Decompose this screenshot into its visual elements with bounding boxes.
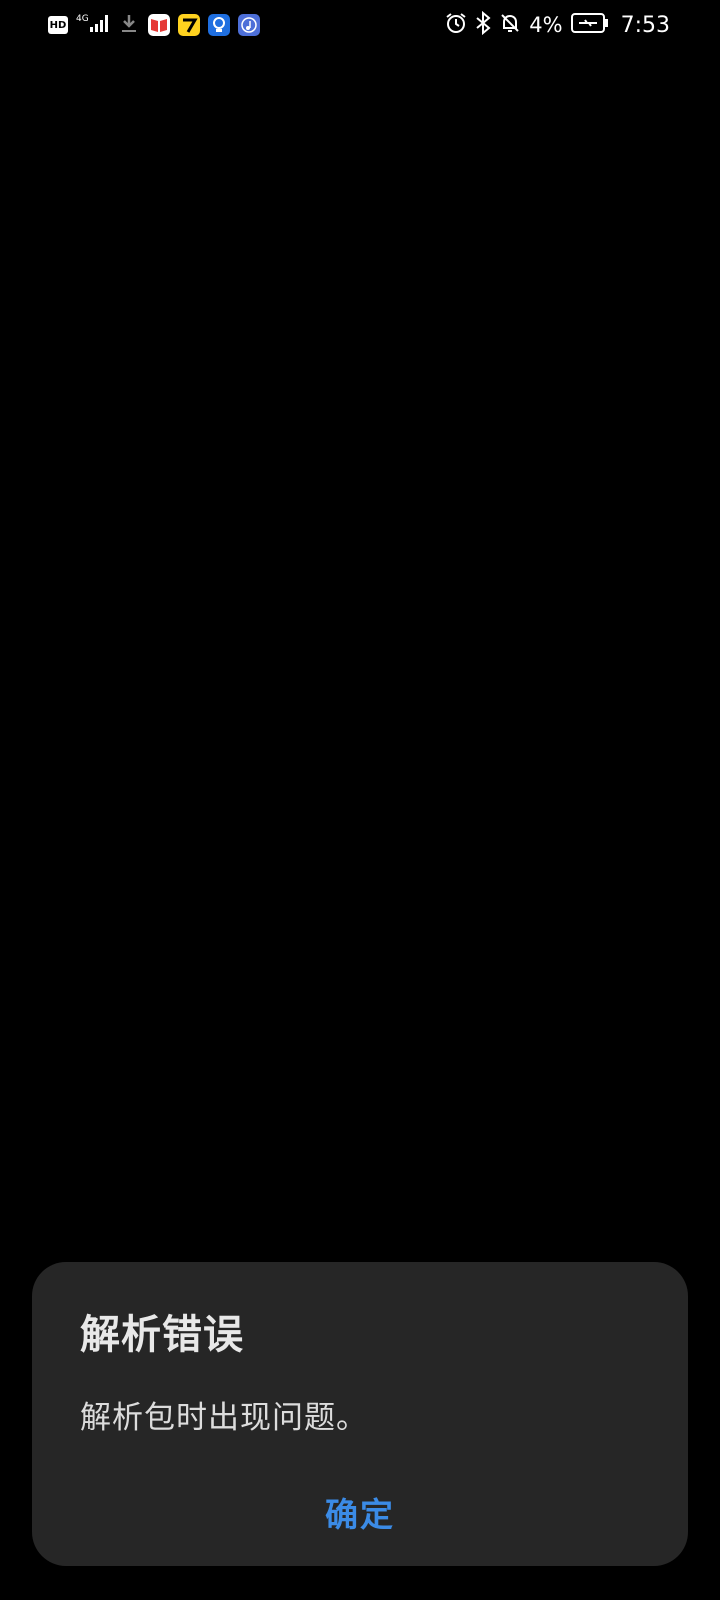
book-app-icon [148,14,170,36]
parse-error-dialog: 解析错误 解析包时出现问题。 确定 [32,1262,688,1566]
lightbulb-app-icon [208,14,230,36]
dialog-title: 解析错误 [80,1312,244,1358]
clock: 7:53 [620,12,670,38]
network-type-label: 4G [76,14,89,24]
hd-badge: HD [48,16,68,34]
battery-charging-icon [570,13,609,37]
alarm-icon [445,12,467,38]
mute-notification-icon [499,12,521,38]
status-bar: HD 4G 4% 7:53 [0,0,720,50]
confirm-button[interactable]: 确定 [32,1482,688,1542]
music-app-icon [238,14,260,36]
download-icon [118,12,140,38]
status-bar-left: HD 4G [48,12,260,38]
seven-app-icon [178,14,200,36]
bluetooth-icon [475,10,491,39]
screen: HD 4G 4% 7:53 解析错误 解析包时出现问题。 确定 [0,0,720,1600]
signal-icon: 4G [76,12,110,38]
battery-percent: 4% [529,13,563,37]
status-bar-right: 4% 7:53 [445,10,670,40]
dialog-message: 解析包时出现问题。 [80,1400,368,1436]
